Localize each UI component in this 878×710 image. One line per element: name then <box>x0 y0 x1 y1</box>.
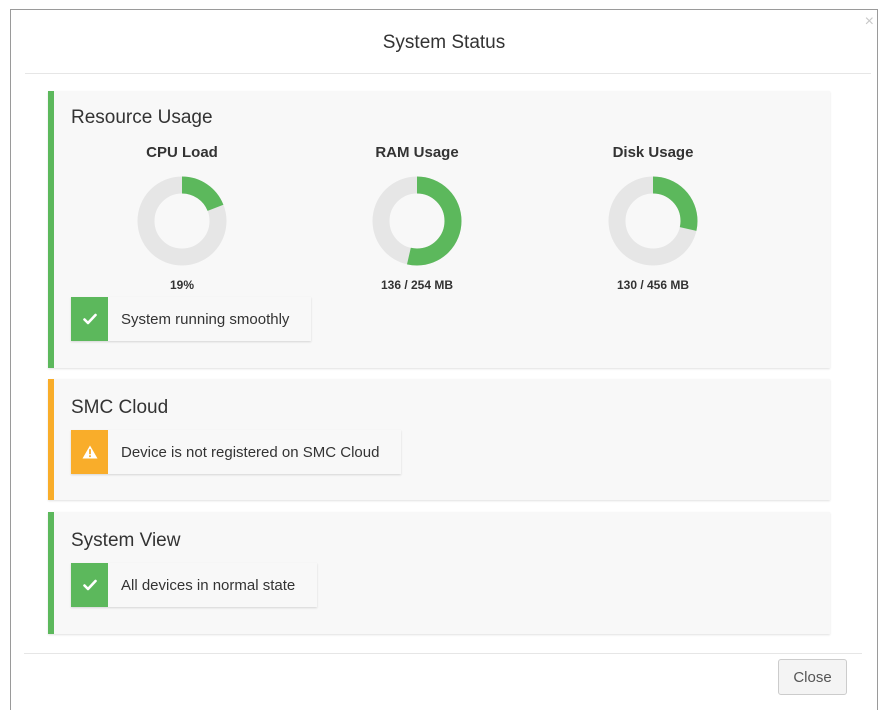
disk-usage-gauge: Disk Usage 130 / 456 MB <box>593 144 713 292</box>
header-divider <box>25 73 871 74</box>
ram-usage-gauge: RAM Usage 136 / 254 MB <box>357 144 477 292</box>
resource-usage-panel: Resource Usage CPU Load 19% RAM Usage 13… <box>48 91 830 368</box>
close-button[interactable]: Close <box>778 659 847 695</box>
system-view-panel: System View All devices in normal state <box>48 512 830 634</box>
gauge-label: CPU Load <box>146 144 218 161</box>
gauge-label: RAM Usage <box>375 144 459 161</box>
panel-title-smc-cloud: SMC Cloud <box>71 397 169 418</box>
footer-divider <box>24 653 862 654</box>
check-icon <box>71 297 108 341</box>
check-icon <box>71 563 108 607</box>
status-alert-smc-cloud: Device is not registered on SMC Cloud <box>71 430 402 474</box>
status-alert-text: System running smoothly <box>121 310 290 328</box>
gauge-value: 130 / 456 MB <box>616 278 690 292</box>
smc-cloud-panel: SMC Cloud Device is not registered on SM… <box>48 379 830 500</box>
status-alert-text: All devices in normal state <box>121 576 296 594</box>
panel-title-system-view: System View <box>71 530 181 551</box>
donut-chart <box>608 176 698 266</box>
warning-icon <box>71 430 108 474</box>
dialog-title: System Status <box>382 32 506 53</box>
gauge-label: Disk Usage <box>612 144 694 161</box>
status-alert-system: System running smoothly <box>71 297 312 341</box>
gauge-value: 19% <box>169 278 195 292</box>
gauge-value: 136 / 254 MB <box>380 278 454 292</box>
donut-chart <box>137 176 227 266</box>
panel-title-resource-usage: Resource Usage <box>71 107 213 128</box>
cpu-load-gauge: CPU Load 19% <box>122 144 242 292</box>
status-alert-devices: All devices in normal state <box>71 563 318 607</box>
donut-chart <box>372 176 462 266</box>
close-icon[interactable]: × <box>865 14 874 30</box>
status-alert-text: Device is not registered on SMC Cloud <box>121 443 380 461</box>
